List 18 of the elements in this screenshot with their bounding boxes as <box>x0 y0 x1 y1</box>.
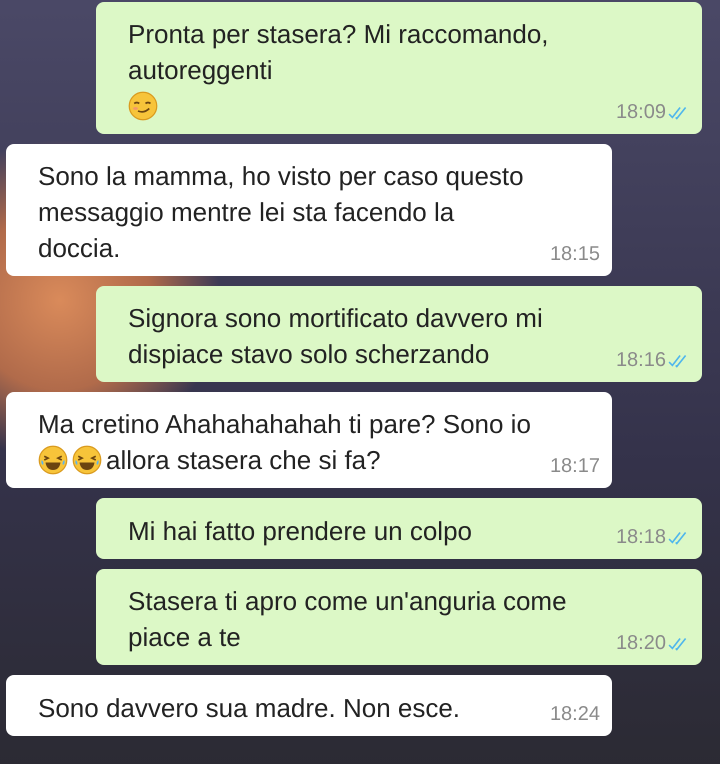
message-time: 18:18 <box>616 526 666 549</box>
laughing-face-icon <box>38 445 68 475</box>
laughing-face-icon <box>72 445 102 475</box>
message-time: 18:09 <box>616 101 666 124</box>
message-time: 18:17 <box>550 455 600 478</box>
message-text: Ma cretino Ahahahahahah ti pare? Sono io <box>38 408 531 441</box>
message-time: 18:24 <box>550 703 600 726</box>
smirking-face-icon <box>128 91 158 121</box>
message-text: allora stasera che si fa? <box>106 444 381 477</box>
message-time: 18:20 <box>616 632 666 655</box>
message-text: Sono davvero sua madre. Non esce. <box>38 692 460 725</box>
message-time: 18:16 <box>616 349 666 372</box>
message-text: Mi hai fatto prendere un colpo <box>128 515 472 548</box>
message-text: Pronta per stasera? Mi raccomando, autoreggenti <box>128 18 550 87</box>
message-text: Sono la mamma, ho visto per caso questo messaggio mentre lei sta facendo la doccia. <box>38 160 525 265</box>
message-time: 18:15 <box>550 243 600 266</box>
message-text: Signora sono mortificato davvero mi dispiace stavo solo scherzando <box>128 302 544 371</box>
message-text: Stasera ti apro come un'anguria come piace a te <box>128 585 568 654</box>
